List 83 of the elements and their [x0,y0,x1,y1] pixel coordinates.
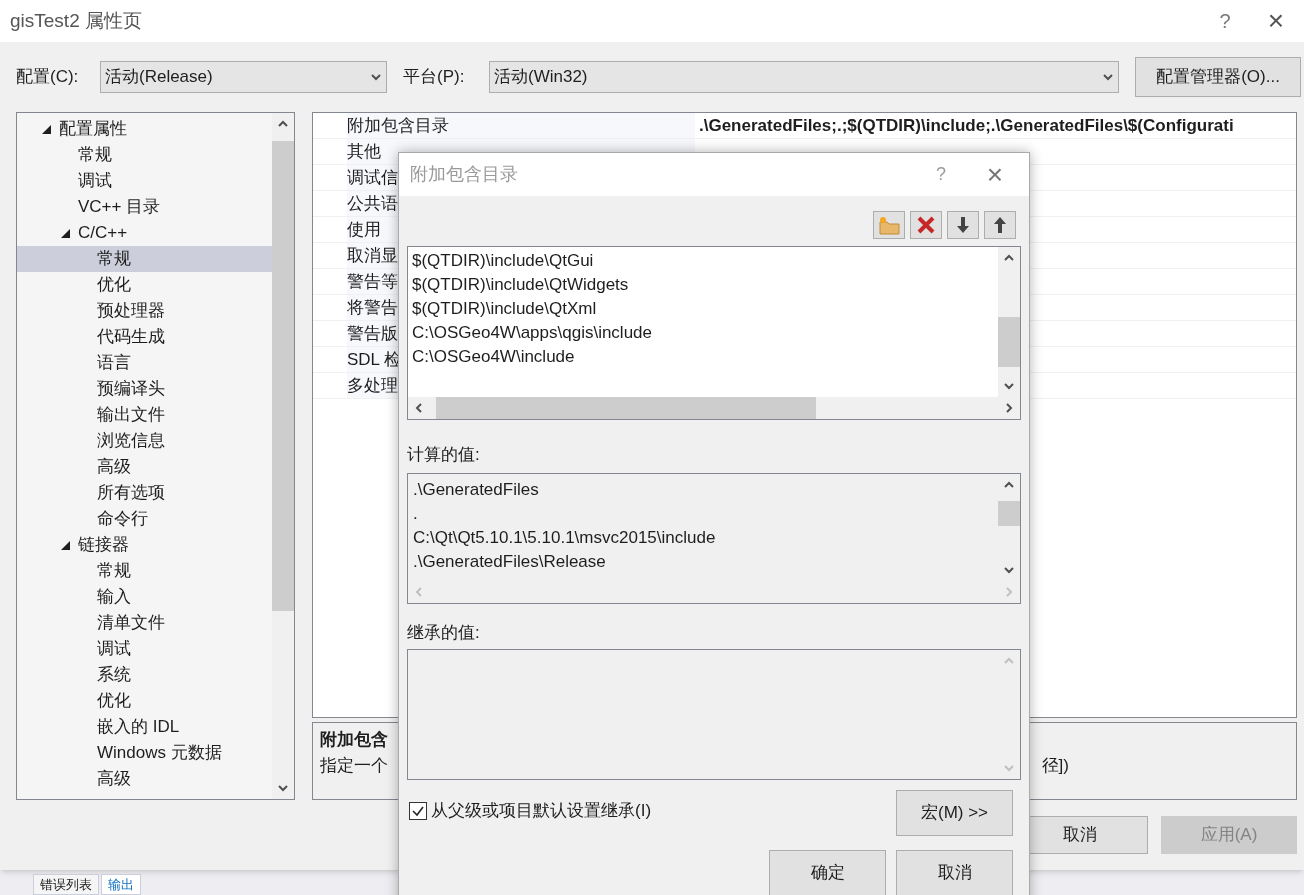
tree-item[interactable]: 链接器 [17,532,272,558]
tree-item[interactable]: 优化 [17,688,272,714]
tree-item[interactable]: 配置属性 [17,116,272,142]
expanded-triangle-icon[interactable] [42,124,51,134]
tree-item[interactable]: Windows 元数据 [17,740,272,766]
directory-entry[interactable]: $(QTDIR)\include\QtGui [412,248,998,272]
vertical-scrollbar[interactable] [998,247,1020,397]
scrollbar-thumb[interactable] [998,500,1020,526]
config-dropdown[interactable]: 活动(Release) [100,61,387,93]
expanded-triangle-icon[interactable] [61,228,70,238]
tree-item[interactable]: 调试 [17,168,272,194]
directory-list[interactable]: $(QTDIR)\include\QtGui $(QTDIR)\include\QtWidgets $(QTDIR)\include\QtXml C:\OSGeo4W\apps\qgis\include C:\OSGeo4W\include [407,246,1021,420]
description-title: 附加包含 [320,729,389,751]
move-up-button[interactable] [984,210,1016,239]
tree-item[interactable]: 常规 [17,246,272,272]
tree-item[interactable]: 高级 [17,454,272,480]
close-button[interactable]: × [961,153,1029,196]
tree-item[interactable]: 常规 [17,142,272,168]
panel-tab[interactable]: 输出 [101,874,141,895]
dialog-title: 附加包含目录 [410,163,518,186]
delete-button[interactable] [910,210,942,239]
directory-entry[interactable]: C:\OSGeo4W\include [412,344,998,368]
inherit-checkbox-label[interactable]: 从父级或项目默认设置继承(I) [431,798,652,824]
chevron-down-icon[interactable] [370,71,382,83]
inherited-label: 继承的值: [406,621,481,644]
property-value[interactable]: .\GeneratedFiles;.;$(QTDIR)\include;.\GeneratedFiles\$(Configurati [695,113,1296,138]
tree-item[interactable]: 输入 [17,584,272,610]
horizontal-scrollbar[interactable] [408,397,1020,419]
scrollbar-thumb[interactable] [998,317,1020,367]
window-title: gisTest2 属性页 [10,8,142,33]
chevron-left-icon[interactable] [413,402,425,414]
description-text: 径]) [1041,754,1069,777]
directory-entry[interactable]: $(QTDIR)\include\QtXml [412,296,998,320]
property-name[interactable]: 附加包含目录 [347,113,695,138]
scrollbar-thumb[interactable] [436,397,816,419]
arrow-down-icon [956,215,970,234]
computed-value: . [413,502,419,525]
arrow-up-icon [993,215,1007,234]
chevron-down-icon[interactable] [1102,71,1114,83]
tree-item[interactable]: 优化 [17,272,272,298]
delete-icon [916,214,936,235]
tree-item[interactable]: 调试 [17,636,272,662]
tree-item[interactable]: 清单文件 [17,610,272,636]
computed-value: .\GeneratedFiles\Release [413,550,607,573]
directory-entry[interactable]: C:\OSGeo4W\apps\qgis\include [412,320,998,344]
dialog-button[interactable]: 确定 [769,850,886,895]
move-down-button[interactable] [947,210,979,239]
tree-item[interactable]: 输出文件 [17,402,272,428]
platform-label: 平台(P): [403,66,466,89]
tree-item[interactable]: 代码生成 [17,324,272,350]
tree-item[interactable]: 命令行 [17,506,272,532]
close-button[interactable]: × [1248,0,1304,42]
vertical-scrollbar[interactable] [272,113,294,799]
chevron-down-icon[interactable] [1003,380,1015,392]
dialog-button[interactable]: 宏(M) >> [896,790,1013,836]
tree-item[interactable]: 预处理器 [17,298,272,324]
tree-item[interactable]: 浏览信息 [17,428,272,454]
help-button[interactable]: ? [1202,6,1248,36]
chevron-down-icon[interactable] [277,782,289,794]
panel-tab[interactable]: 错误列表 [33,874,99,895]
tree-item[interactable]: C/C++ [17,220,272,246]
tree-item[interactable]: 系统 [17,662,272,688]
tree-item[interactable]: 所有选项 [17,480,272,506]
dialog-button[interactable]: 取消 [896,850,1013,895]
tree-item[interactable]: VC++ 目录 [17,194,272,220]
scrollbar-thumb[interactable] [272,141,294,611]
description-text: 指定一个 [320,754,388,777]
tree-item[interactable]: 嵌入的 IDL [17,714,272,740]
checkbox[interactable] [409,801,427,820]
platform-dropdown[interactable]: 活动(Win32) [489,61,1119,93]
computed-value: .\GeneratedFiles [413,478,540,501]
expanded-triangle-icon[interactable] [61,540,70,550]
computed-label: 计算的值: [406,444,481,466]
new-folder-icon [877,214,901,235]
config-label: 配置(C): [16,66,80,89]
tree-item[interactable]: 高级 [17,766,272,792]
computed-value: C:\Qt\Qt5.10.1\5.10.1\msvc2015\include [413,526,717,549]
tree-item[interactable]: 常规 [17,558,272,584]
config-manager-button[interactable]: 配置管理器(O)... [1135,57,1301,97]
tree-item[interactable]: 预编译头 [17,376,272,402]
tree-item[interactable]: 语言 [17,350,272,376]
directory-entry[interactable]: $(QTDIR)\include\QtWidgets [412,272,998,296]
chevron-right-icon[interactable] [1003,402,1015,414]
